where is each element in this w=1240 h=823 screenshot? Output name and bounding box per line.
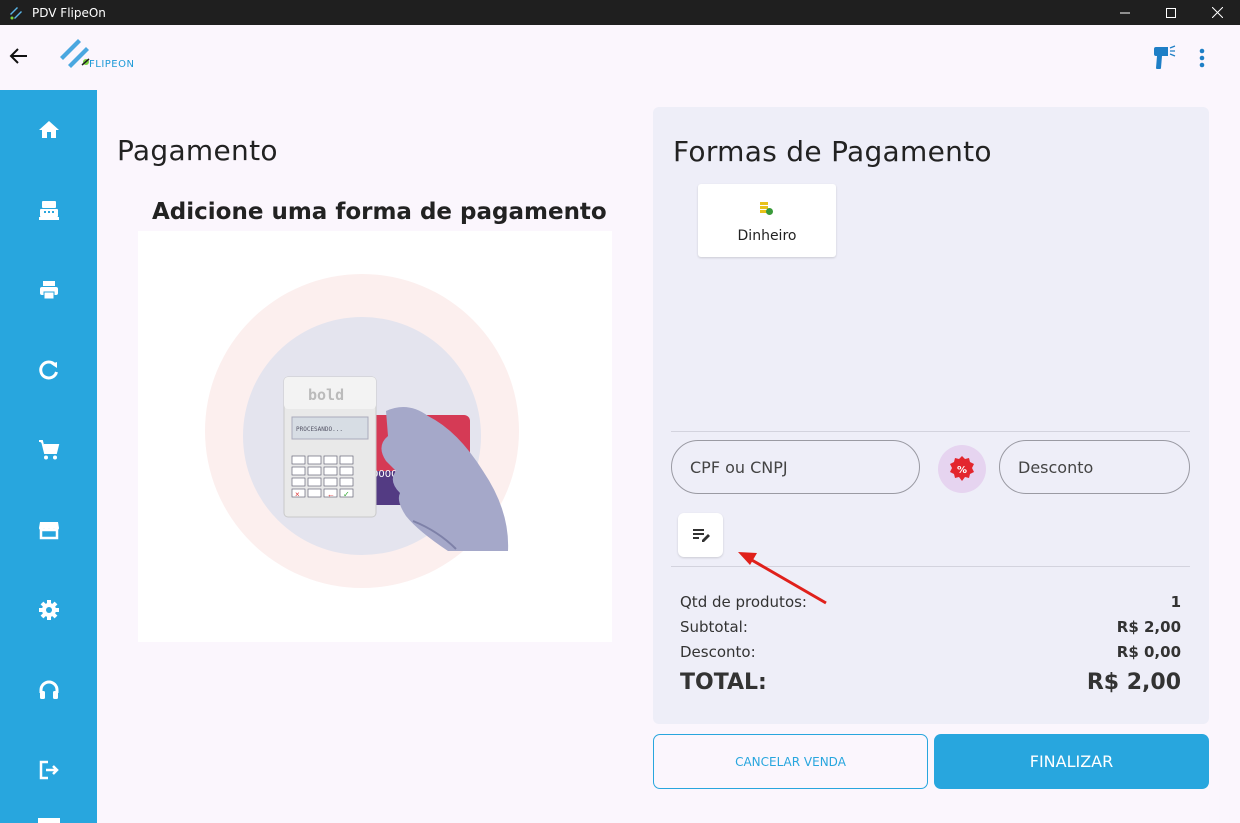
sidebar-item-settings[interactable]: [0, 585, 97, 635]
discount-label: Desconto:: [680, 643, 756, 661]
payment-panel: Formas de Pagamento Dinheiro % Qtd de pr…: [653, 107, 1209, 724]
minimize-icon[interactable]: [1102, 0, 1148, 25]
finalize-button[interactable]: FINALIZAR: [934, 734, 1209, 789]
settings-icon: [38, 600, 59, 620]
headset-icon: [39, 680, 58, 699]
edit-note-button[interactable]: [678, 513, 723, 557]
store-icon: [38, 522, 59, 540]
app-logo-icon: [10, 6, 22, 19]
more-vert-icon[interactable]: [1194, 47, 1210, 69]
terminal-screen-text: PROCESANDO...: [296, 426, 343, 433]
sidebar-item-logout[interactable]: [0, 745, 97, 795]
summary-qty-row: Qtd de produtos: 1: [680, 593, 1181, 611]
discount-input[interactable]: [1018, 441, 1171, 493]
summary-discount-row: Desconto: R$ 0,00: [680, 643, 1181, 661]
discount-toggle-button[interactable]: %: [938, 445, 986, 493]
barcode-scanner-icon[interactable]: [1152, 45, 1176, 71]
subtotal-value: R$ 2,00: [1116, 618, 1181, 636]
divider: [671, 566, 1190, 567]
cash-coins-icon: [760, 202, 773, 215]
cpf-cnpj-field[interactable]: [671, 440, 920, 494]
svg-text:←: ←: [327, 490, 335, 499]
payment-method-label: Dinheiro: [737, 228, 797, 244]
cancel-sale-button[interactable]: CANCELAR VENDA: [653, 734, 928, 789]
subtotal-label: Subtotal:: [680, 618, 748, 636]
sidebar-item-cart[interactable]: [0, 425, 97, 475]
brand-name: FLIPEON: [89, 59, 135, 70]
sidebar-item-refresh[interactable]: [0, 345, 97, 395]
window-titlebar: PDV FlipeOn: [0, 0, 1240, 25]
sidebar-item-home[interactable]: [0, 105, 97, 155]
cart-icon: [38, 440, 59, 460]
discount-field[interactable]: [999, 440, 1190, 494]
flipeon-logo: FLIPEON: [56, 37, 152, 77]
svg-text:✓: ✓: [343, 490, 350, 499]
qty-label: Qtd de produtos:: [680, 593, 807, 611]
printer-icon: [39, 281, 58, 300]
add-payment-heading: Adicione uma forma de pagamento: [152, 199, 607, 225]
payment-illustration: 0000 bold PROCESANDO... × ← ✓: [138, 231, 612, 642]
page-title: Pagamento: [117, 134, 278, 167]
total-label: TOTAL:: [680, 670, 767, 695]
divider: [671, 431, 1190, 432]
qty-value: 1: [1170, 593, 1181, 611]
discount-value: R$ 0,00: [1116, 643, 1181, 661]
close-icon[interactable]: [1194, 0, 1240, 25]
sidebar-item-support[interactable]: [0, 665, 97, 715]
app-header: FLIPEON: [0, 25, 1240, 90]
edit-note-icon: [692, 529, 710, 542]
total-value: R$ 2,00: [1086, 670, 1181, 695]
window-title: PDV FlipeOn: [32, 5, 106, 20]
percent-badge-icon: %: [950, 456, 974, 481]
cpf-cnpj-input[interactable]: [690, 441, 901, 493]
window-controls: [1102, 0, 1240, 25]
sidebar-item-print[interactable]: [0, 265, 97, 315]
maximize-icon[interactable]: [1148, 0, 1194, 25]
sidebar-more-indicator: [38, 818, 60, 823]
home-icon: [38, 121, 59, 138]
terminal-brand-text: bold: [308, 386, 344, 404]
refresh-icon: [38, 360, 58, 380]
summary-subtotal-row: Subtotal: R$ 2,00: [680, 618, 1181, 636]
svg-text:%: %: [957, 465, 967, 476]
svg-text:×: ×: [295, 490, 300, 499]
sidebar-item-store[interactable]: [0, 505, 97, 555]
payment-method-dinheiro[interactable]: Dinheiro: [698, 184, 836, 257]
cash-register-icon: [38, 201, 59, 220]
sidebar: [0, 90, 97, 823]
logout-icon: [39, 760, 59, 780]
summary-total-row: TOTAL: R$ 2,00: [680, 670, 1181, 695]
arrow-left-icon[interactable]: [8, 45, 30, 67]
payment-methods-title: Formas de Pagamento: [673, 135, 992, 168]
sidebar-item-cash-register[interactable]: [0, 185, 97, 235]
